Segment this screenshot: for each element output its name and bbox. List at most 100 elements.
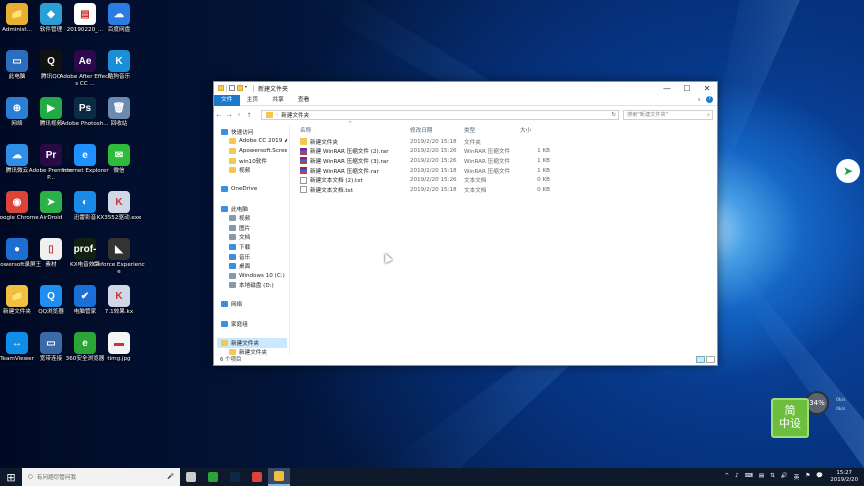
nav-item[interactable]: win10软件 bbox=[217, 156, 287, 166]
desktop-icon-label: 回收站 bbox=[110, 121, 128, 127]
qat-dropdown-icon[interactable]: ▾ bbox=[245, 85, 251, 91]
documents-icon bbox=[229, 234, 236, 241]
tray-icon[interactable]: 💬 bbox=[816, 473, 823, 481]
column-modified[interactable]: 修改日期 bbox=[410, 126, 464, 134]
nav-item[interactable]: 图片 bbox=[217, 223, 287, 233]
column-type[interactable]: 类型 bbox=[464, 126, 520, 134]
taskbar-app[interactable] bbox=[224, 468, 246, 486]
desktop-icon[interactable]: K 酷狗音乐 bbox=[93, 50, 145, 81]
file-name: 新建 WinRAR 压缩文件 (2).rar bbox=[310, 149, 389, 156]
tray-icon[interactable]: ⇅ bbox=[770, 473, 775, 481]
file-type: 文件夹 bbox=[464, 139, 481, 146]
minimize-button[interactable]: — bbox=[657, 82, 677, 94]
up-arrow-icon[interactable]: ↑ bbox=[244, 112, 254, 119]
tray-icon[interactable]: ⌨ bbox=[745, 473, 753, 481]
clock[interactable]: 15:27 2019/2/20 bbox=[830, 470, 858, 484]
file-explorer-icon bbox=[274, 471, 284, 481]
tab-file[interactable]: 文件 bbox=[214, 94, 240, 106]
file-row[interactable]: 新建 WinRAR 压缩文件.rar 2019/2/20 15:18 WinRAR … bbox=[292, 166, 712, 176]
new-folder-icon[interactable] bbox=[237, 85, 243, 91]
recent-locations-icon[interactable]: ∨ bbox=[234, 113, 244, 118]
search-placeholder: 搜索"新建文件夹" bbox=[627, 112, 669, 118]
tab-home[interactable]: 主页 bbox=[240, 95, 266, 106]
task-view-icon bbox=[186, 472, 196, 482]
folder-icon bbox=[229, 167, 236, 174]
nav-item[interactable]: 音乐 bbox=[217, 252, 287, 262]
kugou-icon: K bbox=[108, 50, 130, 72]
taskbar-app[interactable] bbox=[180, 468, 202, 486]
nav-item[interactable]: 下载 bbox=[217, 242, 287, 252]
desktop-icon[interactable]: ◣ Geforce Experience bbox=[93, 238, 145, 276]
nav-item[interactable]: OneDrive bbox=[217, 185, 287, 195]
desktop-icon[interactable]: ☁ 百度网盘 bbox=[93, 3, 145, 34]
file-row[interactable]: 新建文件夹 2019/2/20 15:18 文件夹 bbox=[292, 137, 712, 147]
nav-item[interactable]: 视频 bbox=[217, 165, 287, 175]
tray-icon[interactable]: 🔊 bbox=[781, 473, 788, 481]
nav-item-label: Apowersoft.Scree bbox=[239, 147, 287, 154]
taskbar-app[interactable] bbox=[202, 468, 224, 486]
nav-item[interactable]: 快速访问 bbox=[217, 127, 287, 137]
toolbar-divider bbox=[253, 84, 254, 92]
tab-share[interactable]: 共享 bbox=[265, 95, 291, 106]
nav-item[interactable]: 家庭组 bbox=[217, 319, 287, 329]
address-bar[interactable]: › 新建文件夹 ↻ bbox=[261, 110, 619, 120]
floating-send-icon[interactable]: ➤ bbox=[836, 159, 860, 183]
nav-item[interactable]: Windows 10 (C:) bbox=[217, 271, 287, 281]
tray-icon[interactable]: ^ bbox=[724, 473, 729, 481]
close-button[interactable]: ✕ bbox=[697, 82, 717, 94]
column-headers: ^ 名称 修改日期 类型 大小 bbox=[292, 121, 712, 137]
text-file-icon bbox=[300, 186, 307, 194]
nav-item-label: 本地磁盘 (D:) bbox=[239, 283, 274, 290]
cortana-search-box[interactable]: ○ 有问题尽管问我 🎤 bbox=[22, 468, 180, 486]
file-row[interactable]: 新建文本文档.txt 2019/2/20 15:18 文本文档 0 KB bbox=[292, 185, 712, 195]
back-arrow-icon[interactable]: ← bbox=[214, 112, 224, 119]
nav-item[interactable]: 视频 bbox=[217, 213, 287, 223]
tray-icon[interactable]: 英 bbox=[794, 473, 800, 481]
tray-icon[interactable]: ⚑ bbox=[805, 473, 810, 481]
microphone-icon[interactable]: 🎤 bbox=[167, 474, 174, 480]
tray-icon[interactable]: ▤ bbox=[759, 473, 764, 481]
address-path[interactable]: 新建文件夹 bbox=[281, 111, 309, 119]
kx-71-icon: K bbox=[108, 285, 130, 307]
nav-item[interactable]: 文档 bbox=[217, 233, 287, 243]
desktop-icon[interactable]: ✉ 微信 bbox=[93, 144, 145, 175]
nav-item[interactable]: Apowersoft.Scree bbox=[217, 146, 287, 156]
title-bar[interactable]: ▾ 新建文件夹 — ☐ ✕ bbox=[214, 82, 717, 94]
path-chevron-icon[interactable]: › bbox=[276, 112, 278, 118]
expand-ribbon-icon[interactable]: ∨ bbox=[697, 97, 701, 103]
file-row[interactable]: 新建 WinRAR 压缩文件 (3).rar 2019/2/20 15:26 Win… bbox=[292, 156, 712, 166]
file-row[interactable]: 新建 WinRAR 压缩文件 (2).rar 2019/2/20 15:26 Win… bbox=[292, 147, 712, 157]
pane-divider[interactable] bbox=[289, 126, 290, 354]
tab-view[interactable]: 查看 bbox=[291, 95, 317, 106]
desktop-icon[interactable]: K 7.1效果.kx bbox=[93, 285, 145, 316]
desktop-icon[interactable]: ▬ timg.jpg bbox=[93, 332, 145, 363]
file-name: 新建文件夹 bbox=[310, 139, 338, 146]
nav-item[interactable]: 桌面 bbox=[217, 261, 287, 271]
details-view-button[interactable] bbox=[696, 356, 705, 363]
desktop-icon[interactable]: K KX3552驱动.exe bbox=[93, 191, 145, 222]
desktop-icon[interactable]: 🗑 回收站 bbox=[93, 97, 145, 128]
wechat-icon: ✉ bbox=[108, 144, 130, 166]
photoshop-icon bbox=[230, 472, 240, 482]
forward-arrow-icon[interactable]: → bbox=[224, 112, 234, 119]
nav-item[interactable]: 此电脑 bbox=[217, 204, 287, 214]
pictures-icon bbox=[229, 224, 236, 231]
nav-item[interactable]: 本地磁盘 (D:) bbox=[217, 281, 287, 291]
search-box[interactable]: 搜索"新建文件夹" ⌕ bbox=[623, 110, 713, 120]
properties-icon[interactable] bbox=[229, 85, 235, 91]
file-row[interactable]: 新建文本文档 (2).txt 2019/2/20 15:26 文本文档 0 KB bbox=[292, 175, 712, 185]
taskbar-app[interactable] bbox=[246, 468, 268, 486]
help-icon[interactable]: ? bbox=[706, 96, 713, 103]
taskbar-app[interactable] bbox=[268, 468, 290, 486]
nav-item[interactable]: 新建文件夹 bbox=[217, 338, 287, 348]
start-button[interactable]: ⊞ bbox=[0, 468, 22, 486]
tray-icon[interactable]: ♪ bbox=[735, 473, 739, 481]
column-size[interactable]: 大小 bbox=[520, 126, 550, 134]
maximize-button[interactable]: ☐ bbox=[677, 82, 697, 94]
nav-item[interactable]: 网络 bbox=[217, 300, 287, 310]
nav-item[interactable]: Adobe CC 2019 ⬈ bbox=[217, 137, 287, 147]
address-row: ← → ∨ ↑ › 新建文件夹 ↻ 搜索"新建文件夹" ⌕ bbox=[214, 108, 717, 122]
large-icons-view-button[interactable] bbox=[706, 356, 715, 363]
refresh-icon[interactable]: ↻ bbox=[611, 112, 616, 118]
